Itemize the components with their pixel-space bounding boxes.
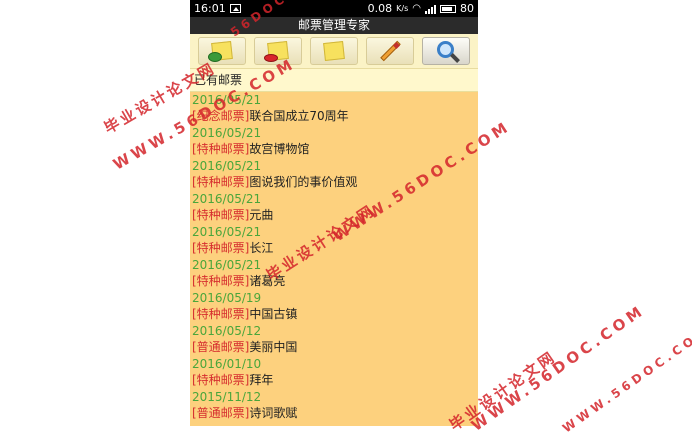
signal-icon [425, 4, 436, 14]
phone-screen: 16:01 0.08 K/s ◠ 80 邮票管理专家 已有邮票 2016/05/… [190, 0, 478, 426]
stamp-date: 2016/01/10 [192, 357, 262, 371]
list-item[interactable]: 2016/05/21 [特种邮票]长江 [192, 224, 478, 257]
stamp-date: 2016/05/21 [192, 126, 262, 140]
list-item[interactable]: 2015/11/12 [普通邮票]诗词歌赋 [192, 389, 478, 422]
status-time: 16:01 [194, 2, 226, 15]
add-badge-icon [208, 52, 222, 62]
stamp-date: 2016/05/21 [192, 93, 262, 107]
stamp-name: 长江 [249, 241, 274, 255]
section-header: 已有邮票 [190, 69, 478, 92]
stamp-date: 2016/05/12 [192, 324, 262, 338]
stamp-date: 2016/05/21 [192, 159, 262, 173]
search-button[interactable] [422, 37, 470, 65]
delete-stamp-button[interactable] [254, 37, 302, 65]
stamp-date: 2016/05/21 [192, 258, 262, 272]
stamp-date: 2016/05/21 [192, 225, 262, 239]
stamp-name: 元曲 [249, 208, 274, 222]
note-icon [323, 41, 345, 61]
stamp-category: [纪念邮票] [192, 109, 250, 123]
stamp-name: 故宫博物馆 [249, 142, 310, 156]
stamp-date: 2016/05/21 [192, 192, 262, 206]
stamp-name: 拜年 [249, 373, 274, 387]
image-notification-icon [229, 4, 241, 13]
stamp-name: 诸葛亮 [249, 274, 286, 288]
stamp-category: [普通邮票] [192, 340, 250, 354]
network-speed-unit: K/s [396, 4, 409, 13]
stamp-category: [普通邮票] [192, 406, 250, 420]
battery-icon [440, 4, 456, 13]
list-item[interactable]: 2016/05/12 [普通邮票]美丽中国 [192, 323, 478, 356]
list-item[interactable]: 2016/05/21 [特种邮票]诸葛亮 [192, 257, 478, 290]
stamp-name: 中国古镇 [249, 307, 298, 321]
stamp-category: [特种邮票] [192, 208, 250, 222]
list-item[interactable]: 2016/05/19 [特种邮票]中国古镇 [192, 290, 478, 323]
add-stamp-button[interactable] [198, 37, 246, 65]
magnifier-handle-icon [450, 53, 460, 63]
list-item[interactable]: 2016/05/21 [纪念邮票]联合国成立70周年 [192, 92, 478, 125]
stamp-name: 图说我们的事价值观 [249, 175, 358, 189]
list-item[interactable]: 2016/05/21 [特种邮票]图说我们的事价值观 [192, 158, 478, 191]
edit-button[interactable] [366, 37, 414, 65]
list-item[interactable]: 2016/05/21 [特种邮票]元曲 [192, 191, 478, 224]
stamp-list: 2016/05/21 [纪念邮票]联合国成立70周年 2016/05/21 [特… [190, 92, 478, 422]
stamp-name: 诗词歌赋 [249, 406, 298, 420]
app-title: 邮票管理专家 [190, 17, 478, 34]
stamp-name: 美丽中国 [249, 340, 298, 354]
watermark-url-3: WWW.56DOC.COM [468, 300, 649, 435]
stamp-date: 2016/05/19 [192, 291, 262, 305]
stamp-category: [特种邮票] [192, 241, 250, 255]
stamp-category: [特种邮票] [192, 307, 250, 321]
wifi-icon: ◠ [412, 3, 421, 14]
list-item[interactable]: 2016/05/21 [特种邮票]故宫博物馆 [192, 125, 478, 158]
stamp-category: [特种邮票] [192, 142, 250, 156]
stamp-date: 2015/11/12 [192, 390, 262, 404]
watermark-url-4: WWW.56DOC.COM [560, 322, 692, 435]
note-button[interactable] [310, 37, 358, 65]
status-bar: 16:01 0.08 K/s ◠ 80 [190, 0, 478, 17]
battery-level: 80 [460, 2, 474, 15]
stamp-name: 联合国成立70周年 [249, 109, 349, 123]
stamp-category: [特种邮票] [192, 274, 250, 288]
stamp-category: [特种邮票] [192, 175, 250, 189]
stamp-category: [特种邮票] [192, 373, 250, 387]
delete-badge-icon [264, 54, 278, 62]
network-speed: 0.08 [367, 2, 393, 15]
list-item[interactable]: 2016/01/10 [特种邮票]拜年 [192, 356, 478, 389]
toolbar [190, 34, 478, 69]
